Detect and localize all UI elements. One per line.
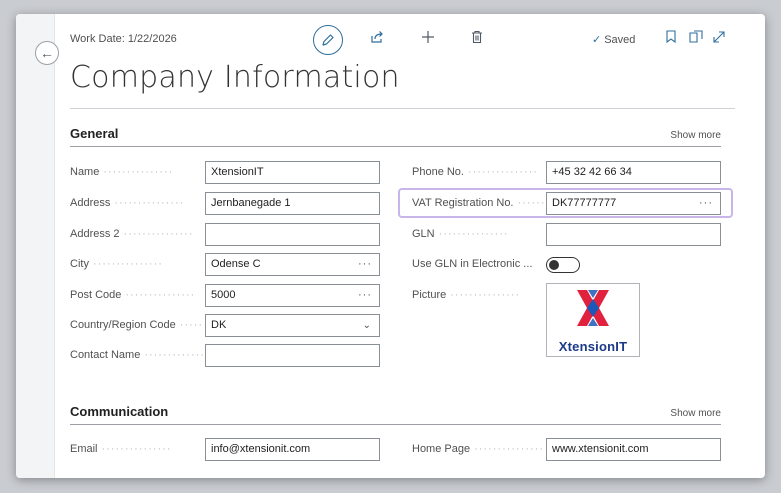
vat-field[interactable]: DK77777777 ··· xyxy=(546,192,721,215)
postcode-value: 5000 xyxy=(211,289,236,301)
general-section-divider xyxy=(70,146,721,147)
phone-field[interactable]: +45 32 42 66 34 xyxy=(546,161,721,184)
logo-text: XtensionIT xyxy=(558,339,628,354)
checkmark-icon: ✓ xyxy=(592,34,602,46)
use-gln-label: Use GLN in Electronic ... xyxy=(412,258,533,270)
vat-value: DK77777777 xyxy=(552,197,617,209)
toggle-knob xyxy=(549,260,559,270)
save-status: ✓ Saved xyxy=(592,34,636,46)
email-label: Email ··············· xyxy=(70,443,172,455)
contact-name-label: Contact Name··············· xyxy=(70,349,203,361)
ellipsis-icon[interactable]: ··· xyxy=(358,254,372,275)
picture-label: Picture ··············· xyxy=(412,289,521,301)
name-label: Name ··············· xyxy=(70,166,174,178)
bookmark-icon[interactable] xyxy=(666,30,676,47)
name-field[interactable]: XtensionIT xyxy=(205,161,380,184)
expand-icon[interactable] xyxy=(712,30,726,48)
work-date: Work Date: 1/22/2026 xyxy=(70,33,177,45)
title-divider xyxy=(70,108,735,109)
ellipsis-icon[interactable]: ··· xyxy=(358,285,372,306)
general-show-more-link[interactable]: Show more xyxy=(670,130,721,141)
edit-button[interactable] xyxy=(313,25,343,55)
page-title: Company Information xyxy=(70,60,400,95)
gln-field[interactable] xyxy=(546,223,721,246)
email-field[interactable]: info@xtensionit.com xyxy=(205,438,380,461)
homepage-label: Home Page ··············· xyxy=(412,443,544,455)
share-icon[interactable] xyxy=(370,30,384,48)
chevron-down-icon: ⌄ xyxy=(362,320,371,331)
country-value: DK xyxy=(211,319,227,331)
country-select[interactable]: DK ⌄ xyxy=(205,314,380,337)
open-new-window-icon[interactable] xyxy=(689,30,703,47)
section-title-general: General xyxy=(70,126,119,141)
back-arrow-icon[interactable]: ← xyxy=(35,41,59,65)
sidebar-strip xyxy=(16,14,55,478)
gln-label: GLN ··············· xyxy=(412,228,509,240)
communication-show-more-link[interactable]: Show more xyxy=(670,408,721,419)
section-title-communication: Communication xyxy=(70,404,169,419)
postcode-field[interactable]: 5000 ··· xyxy=(205,284,380,307)
city-label: City ··············· xyxy=(70,258,163,270)
city-field[interactable]: Odense C ··· xyxy=(205,253,380,276)
plus-icon[interactable] xyxy=(421,30,435,48)
trash-icon[interactable] xyxy=(471,30,483,48)
phone-label: Phone No. ··············· xyxy=(412,166,538,178)
city-value: Odense C xyxy=(211,258,261,270)
contact-name-field[interactable] xyxy=(205,344,380,367)
address-label: Address ··············· xyxy=(70,197,185,209)
ellipsis-icon[interactable]: ··· xyxy=(699,193,713,214)
address-field[interactable]: Jernbanegade 1 xyxy=(205,192,380,215)
address2-field[interactable] xyxy=(205,223,380,246)
company-logo-picture[interactable]: XtensionIT xyxy=(546,283,640,357)
edit-pencil-icon xyxy=(322,34,334,46)
country-label: Country/Region Code··············· xyxy=(70,319,203,331)
vat-label: VAT Registration No.··············· xyxy=(412,197,544,209)
address2-label: Address 2 ··············· xyxy=(70,228,194,240)
xtensionit-logo-icon xyxy=(577,290,609,326)
homepage-field[interactable]: www.xtensionit.com xyxy=(546,438,721,461)
communication-section-divider xyxy=(70,424,721,425)
postcode-label: Post Code ··············· xyxy=(70,289,196,301)
use-gln-toggle[interactable] xyxy=(546,257,580,273)
